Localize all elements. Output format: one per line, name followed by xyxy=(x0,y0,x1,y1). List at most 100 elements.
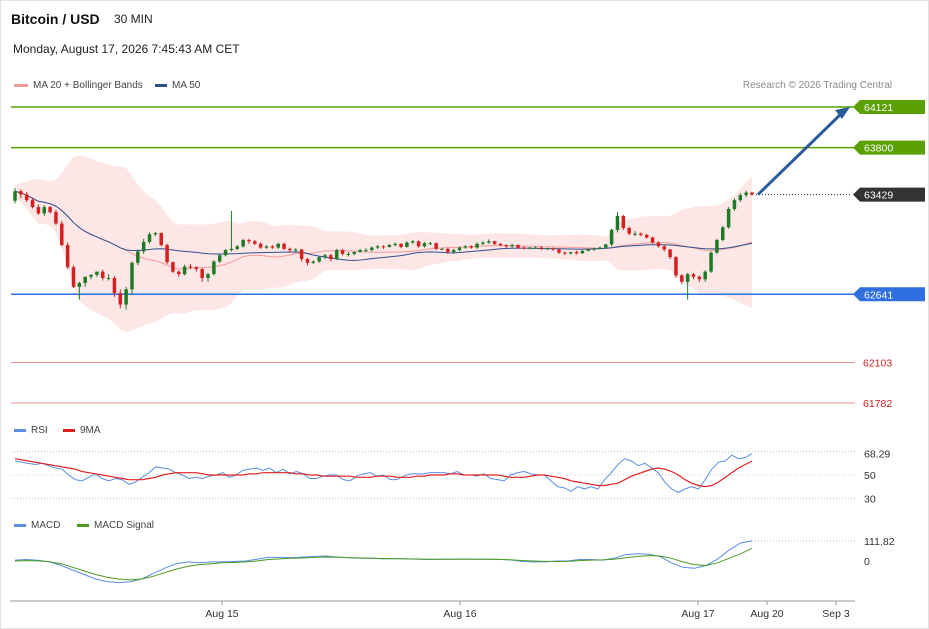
candle-body xyxy=(451,250,456,253)
candle-body xyxy=(194,267,199,270)
candle-body xyxy=(346,253,351,255)
candle-body xyxy=(340,250,345,254)
candle-body xyxy=(36,207,41,214)
candle-body xyxy=(147,234,152,242)
candle-body xyxy=(539,247,544,249)
candle-body xyxy=(276,243,280,248)
candle-body xyxy=(650,237,655,243)
candle-body xyxy=(212,261,216,275)
candle-body xyxy=(100,271,105,278)
macd-signal-line xyxy=(14,547,753,581)
candle-body xyxy=(469,246,473,248)
candle-body xyxy=(405,242,409,247)
x-tick-label: Aug 17 xyxy=(681,608,714,620)
candle-body xyxy=(77,283,82,287)
candle-body xyxy=(580,250,585,254)
candle-body xyxy=(563,252,567,254)
rsi-axis-label-68.29: 68.29 xyxy=(864,449,890,461)
candle-body xyxy=(206,274,210,278)
candle-body xyxy=(334,250,339,259)
candle-body xyxy=(188,266,193,268)
candle-body xyxy=(323,255,327,258)
candle-body xyxy=(615,215,620,230)
candle-body xyxy=(627,227,631,234)
level-label-63800: 63800 xyxy=(864,143,893,155)
candle-body xyxy=(487,241,491,243)
candle-body xyxy=(522,247,526,249)
candle-body xyxy=(604,244,608,248)
candle-body xyxy=(738,195,743,201)
candle-body xyxy=(674,257,678,276)
candle-body xyxy=(709,252,713,272)
candle-body xyxy=(54,212,58,224)
candle-body xyxy=(48,207,52,213)
candle-body xyxy=(498,243,503,246)
candle-body xyxy=(621,215,626,228)
candle-body xyxy=(504,245,509,247)
candle-body xyxy=(83,276,87,284)
candle-body xyxy=(393,243,397,246)
candle-body xyxy=(317,257,321,262)
forecast-arrow xyxy=(756,111,844,196)
candle-body xyxy=(19,191,23,195)
candle-body xyxy=(510,245,514,247)
level-label-64121: 64121 xyxy=(864,102,893,114)
candle-body xyxy=(680,275,684,282)
candle-body xyxy=(428,243,433,245)
candle-body xyxy=(370,247,374,251)
candle-body xyxy=(71,267,76,287)
candle-body xyxy=(282,243,286,249)
candle-body xyxy=(200,269,204,278)
candle-body xyxy=(124,289,128,305)
candle-body xyxy=(247,240,251,242)
candle-body xyxy=(42,207,47,214)
candle-body xyxy=(159,233,163,246)
candle-body xyxy=(516,245,520,248)
candle-body xyxy=(592,248,596,250)
candle-body xyxy=(744,192,748,196)
candle-body xyxy=(656,242,661,247)
candle-body xyxy=(136,251,140,263)
x-tick-label: Aug 15 xyxy=(205,608,238,620)
candle-body xyxy=(305,258,310,263)
candle-body xyxy=(182,266,187,275)
candle-body xyxy=(60,223,64,246)
candle-body xyxy=(171,262,175,272)
candle-body xyxy=(153,233,158,235)
candle-body xyxy=(715,240,719,253)
candle-body xyxy=(106,277,111,279)
candle-body xyxy=(732,200,737,209)
candle-body xyxy=(358,250,362,253)
candle-body xyxy=(720,227,725,241)
candle-body xyxy=(241,240,245,247)
level-label-63429: 63429 xyxy=(864,190,893,202)
x-tick-label: Sep 3 xyxy=(822,608,850,620)
candle-body xyxy=(609,229,614,245)
candle-body xyxy=(668,249,672,258)
candle-body xyxy=(703,271,707,280)
x-tick-label: Aug 16 xyxy=(443,608,476,620)
candle-body xyxy=(697,276,702,280)
candle-body xyxy=(294,249,298,251)
candle-body xyxy=(235,246,240,249)
candle-body xyxy=(381,246,386,248)
candle-body xyxy=(527,247,532,249)
candle-body xyxy=(598,247,602,249)
candle-body xyxy=(586,249,590,251)
level-label-61782: 61782 xyxy=(863,398,892,410)
candle-body xyxy=(223,250,228,256)
candle-body xyxy=(364,250,368,252)
candle-body xyxy=(481,242,485,244)
candle-body xyxy=(118,293,123,305)
candle-body xyxy=(352,252,357,254)
candle-body xyxy=(130,262,134,290)
candle-body xyxy=(89,274,93,277)
candle-body xyxy=(422,243,427,247)
macd-axis-label-111.82: 111.82 xyxy=(864,536,895,548)
candle-body xyxy=(65,245,70,268)
candle-body xyxy=(165,245,169,263)
x-tick-label: Aug 20 xyxy=(750,608,783,620)
chart-canvas[interactable]: 64121 63800 63429 62641 62103 61782 68.29 50 30 1… xyxy=(0,0,929,629)
candle-body xyxy=(416,241,421,247)
macd-line xyxy=(14,540,753,584)
